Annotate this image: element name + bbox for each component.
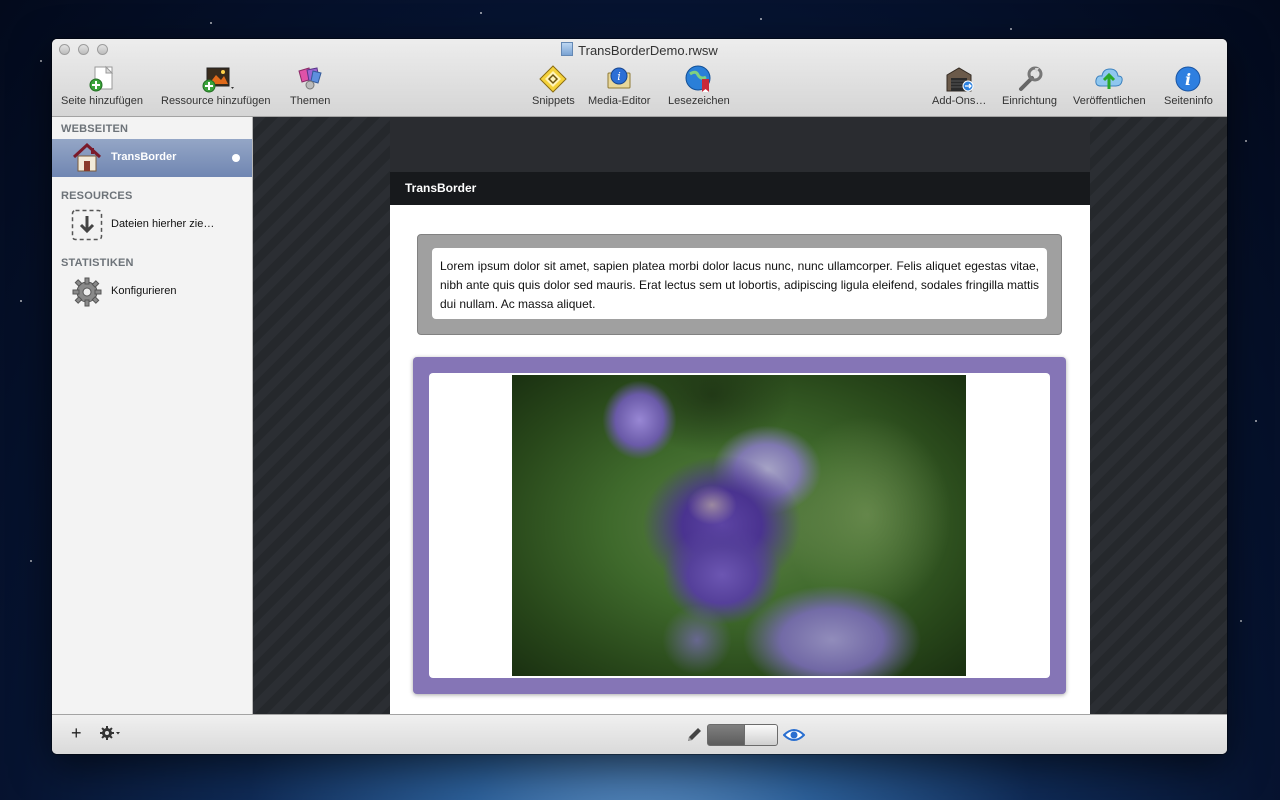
body-text: Lorem ipsum dolor sit amet, sapien plate… [432,248,1047,319]
setup-button[interactable]: Einrichtung [1002,65,1057,107]
info-icon: i [1173,65,1203,93]
sidebar-item-transborder[interactable]: TransBorder [52,139,252,177]
add-page-icon [87,65,117,93]
setup-wrench-icon [1015,65,1045,93]
page-header [390,117,1090,172]
home-page-icon [71,142,103,174]
sidebar-heading-resources: RESOURCES [61,190,133,202]
sidebar-heading-webseiten: WEBSEITEN [61,123,129,135]
app-window: TransBorderDemo.rwsw Seite hinzufügen Re… [52,39,1227,754]
sidebar-item-drop-files[interactable]: Dateien hierher zie… [52,206,252,244]
svg-text:i: i [1185,70,1191,89]
sidebar-heading-statistiken: STATISTIKEN [61,257,134,269]
page-title: TransBorder [405,181,477,195]
page-info-button[interactable]: i Seiteninfo [1164,65,1213,107]
bookmarks-icon [684,65,714,93]
unpublished-dot [232,154,240,162]
window-title: TransBorderDemo.rwsw [52,42,1227,58]
media-editor-icon: i [604,65,634,93]
add-icon[interactable]: + [71,724,82,742]
bottom-bar: + [52,714,1227,754]
gear-menu-icon[interactable] [99,725,121,744]
bookmarks-button[interactable]: Lesezeichen [668,65,730,107]
pencil-icon[interactable] [685,726,703,747]
lavender-photo [512,375,966,676]
add-resource-button[interactable]: Ressource hinzufügen [161,65,270,107]
edit-preview-toggle[interactable] [707,724,778,746]
toggle-knob[interactable] [744,725,777,745]
publish-cloud-icon [1094,65,1124,93]
sidebar-item-configure[interactable]: Konfigurieren [52,273,252,311]
addons-icon [944,65,974,93]
addons-button[interactable]: Add-Ons… [932,65,986,107]
image-frame-inner [429,373,1050,678]
snippets-icon [538,65,568,93]
sidebar: WEBSEITEN TransBorder RESOURCES Dateien … [52,117,253,714]
publish-button[interactable]: Veröffentlichen [1073,65,1146,107]
web-page: TransBorder Lorem ipsum dolor sit amet, … [390,117,1090,714]
media-editor-button[interactable]: i Media-Editor [588,65,650,107]
document-icon [561,42,574,56]
add-page-button[interactable]: Seite hinzufügen [61,65,143,107]
text-container: Lorem ipsum dolor sit amet, sapien plate… [417,234,1062,335]
toolbar: TransBorderDemo.rwsw Seite hinzufügen Re… [52,39,1227,117]
add-resource-icon [201,65,234,93]
page-preview: TransBorder Lorem ipsum dolor sit amet, … [253,117,1227,714]
eye-icon[interactable] [782,727,806,746]
themes-button[interactable]: Themen [290,65,330,107]
themes-icon [295,65,325,93]
page-title-bar: TransBorder [390,172,1090,205]
svg-text:i: i [617,70,621,83]
snippets-button[interactable]: Snippets [532,65,575,107]
gear-icon [71,276,103,308]
image-frame [413,357,1066,694]
drop-files-icon [71,209,103,241]
